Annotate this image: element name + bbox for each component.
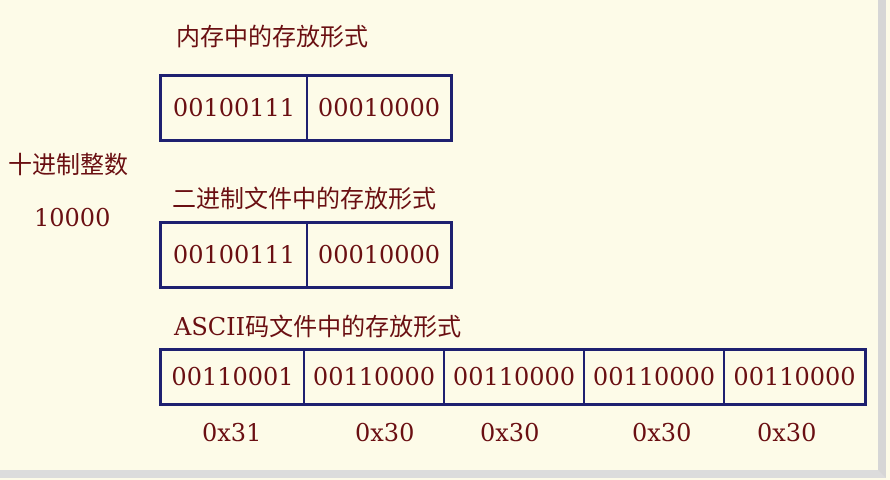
ascii-file-title: ASCII码文件中的存放形式 [174, 313, 462, 341]
memory-byte-2: 00010000 [306, 77, 450, 139]
hex-label-3: 0x30 [480, 419, 540, 447]
hex-label-2: 0x30 [355, 419, 415, 447]
hex-label-1: 0x31 [202, 419, 262, 447]
decimal-label: 十进制整数 [8, 151, 128, 179]
binary-file-title: 二进制文件中的存放形式 [172, 185, 436, 213]
decimal-value: 10000 [34, 204, 111, 232]
memory-bytes-row: 00100111 00010000 [159, 74, 453, 142]
ascii-byte-5: 00110000 [723, 351, 864, 403]
hex-label-5: 0x30 [757, 419, 817, 447]
hex-label-4: 0x30 [632, 419, 692, 447]
ascii-byte-3: 00110000 [443, 351, 583, 403]
memory-byte-1: 00100111 [172, 94, 296, 122]
memory-title: 内存中的存放形式 [176, 23, 368, 51]
ascii-byte-1: 00110001 [171, 363, 294, 391]
ascii-byte-2: 00110000 [303, 351, 443, 403]
diagram-frame: 十进制整数 10000 内存中的存放形式 00100111 00010000 二… [0, 0, 886, 478]
binary-file-byte-1: 00100111 [172, 241, 296, 269]
binary-file-byte-2: 00010000 [306, 224, 450, 286]
ascii-file-bytes-row: 00110001 00110000 00110000 00110000 0011… [159, 348, 867, 406]
ascii-byte-4: 00110000 [583, 351, 723, 403]
binary-file-bytes-row: 00100111 00010000 [159, 221, 453, 289]
